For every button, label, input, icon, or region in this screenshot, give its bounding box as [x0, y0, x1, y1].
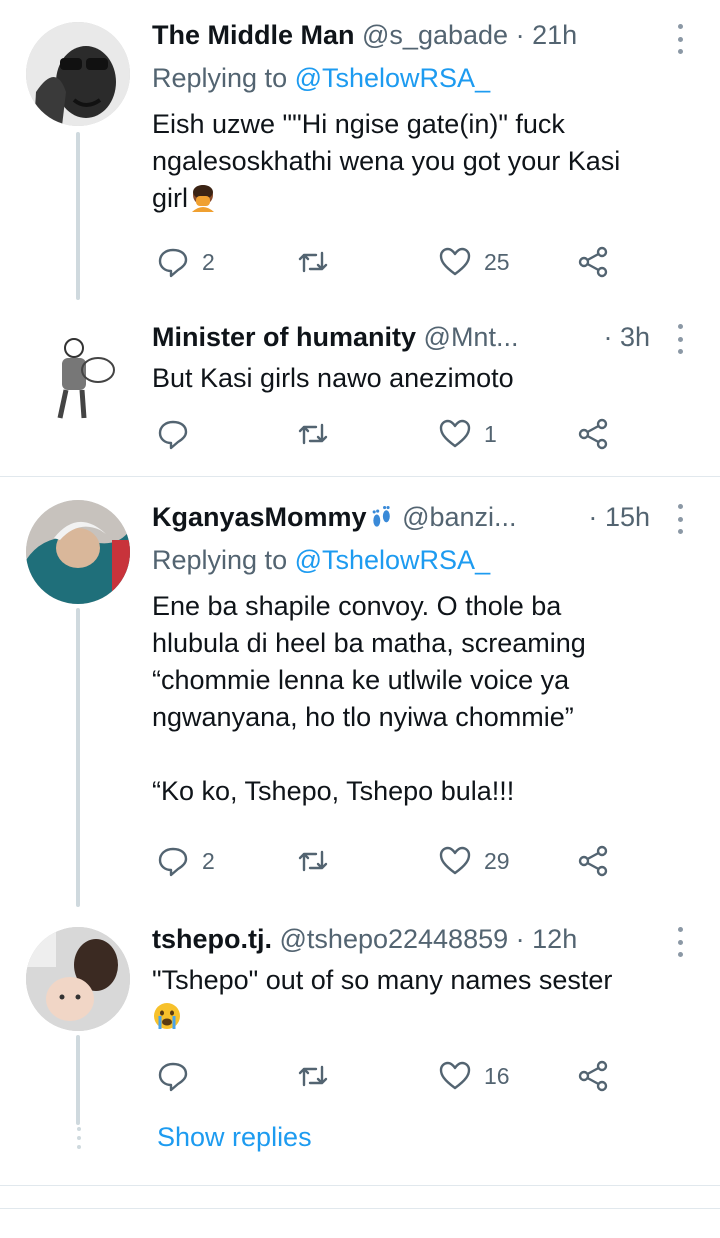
tweet-actions: 16: [152, 1056, 632, 1096]
avatar[interactable]: [26, 22, 130, 126]
timestamp[interactable]: 21h: [532, 20, 577, 50]
handle[interactable]: @tshepo22448859: [280, 924, 509, 954]
replying-to-label: Replying to: [152, 63, 295, 93]
thread-continuation-dots: [76, 1127, 82, 1149]
tweet-actions: 1: [152, 414, 632, 454]
share-icon: [578, 246, 608, 278]
crying-face-emoji: [154, 1003, 180, 1029]
retweet-button[interactable]: [296, 841, 330, 881]
tweet-text: Eish uzwe ""Hi ngise gate(in)" fuck ngal…: [152, 106, 672, 217]
replying-to: Replying to @TshelowRSA_: [152, 543, 490, 577]
reply-icon: [158, 847, 188, 877]
tweet-4[interactable]: tshepo.tj. @tshepo22448859 · 12h "Tshepo…: [0, 907, 720, 1125]
separator-dot: ·: [515, 20, 525, 50]
more-options-icon[interactable]: [675, 24, 685, 54]
share-button[interactable]: [576, 841, 610, 881]
retweet-icon: [298, 251, 328, 273]
divider: [0, 1208, 720, 1209]
reply-count: 2: [202, 248, 215, 275]
retweet-button[interactable]: [296, 1056, 330, 1096]
share-button[interactable]: [576, 1056, 610, 1096]
handle[interactable]: @banzi...: [402, 502, 516, 532]
more-options-icon[interactable]: [675, 927, 685, 957]
tweet-text: But Kasi girls nawo anezimoto: [152, 363, 514, 393]
more-options-icon[interactable]: [675, 324, 685, 354]
replying-to-label: Replying to: [152, 545, 295, 575]
retweet-button[interactable]: [296, 414, 330, 454]
like-count: 16: [484, 1062, 510, 1089]
footprints-emoji: [372, 506, 390, 527]
more-options-icon[interactable]: [675, 504, 685, 534]
retweet-icon: [298, 850, 328, 872]
tweet-actions: 2 29: [152, 841, 632, 881]
retweet-icon: [298, 423, 328, 445]
reply-count: 2: [202, 847, 215, 874]
like-count: 1: [484, 420, 497, 447]
retweet-icon: [298, 1065, 328, 1087]
tweet-3[interactable]: KganyasMommy @banzi... · 15h Replying to…: [0, 477, 720, 907]
tweet-1[interactable]: The Middle Man @s_gabade · 21h Replying …: [0, 0, 720, 300]
tweet-text-body: "Tshepo" out of so many names sester: [152, 965, 613, 995]
tweet-header: The Middle Man @s_gabade · 21h: [152, 18, 577, 52]
show-replies-link[interactable]: Show replies: [157, 1122, 312, 1153]
heart-icon: [439, 419, 471, 448]
tweet-text: "Tshepo" out of so many names sester: [152, 962, 672, 1036]
reply-icon: [158, 248, 188, 278]
mention-link[interactable]: @TshelowRSA_: [295, 545, 491, 575]
tweet-header: Minister of humanity @Mnt... · 3h: [152, 320, 650, 354]
reply-icon: [158, 420, 188, 450]
heart-icon: [439, 1061, 471, 1090]
timestamp[interactable]: 15h: [605, 502, 650, 532]
timestamp[interactable]: 3h: [620, 322, 650, 352]
display-name[interactable]: KganyasMommy: [152, 502, 367, 532]
share-icon: [578, 418, 608, 450]
avatar[interactable]: [26, 500, 130, 604]
like-count: 25: [484, 248, 510, 275]
tweet-actions: 2 25: [152, 242, 632, 282]
separator-dot: ·: [515, 924, 525, 954]
face-palm-emoji: [192, 185, 215, 212]
separator-dot: ·: [603, 322, 613, 352]
share-icon: [578, 845, 608, 877]
mention-link[interactable]: @TshelowRSA_: [295, 63, 491, 93]
reply-button[interactable]: 2: [156, 841, 215, 881]
share-icon: [578, 1060, 608, 1092]
reply-button[interactable]: 2: [156, 242, 215, 282]
like-button[interactable]: 29: [438, 841, 510, 881]
handle[interactable]: @Mnt...: [424, 322, 519, 352]
tweet-header: KganyasMommy @banzi... · 15h: [152, 500, 650, 534]
tweet-2[interactable]: Minister of humanity @Mnt... · 3h But Ka…: [0, 300, 720, 476]
divider: [0, 1185, 720, 1186]
retweet-button[interactable]: [296, 242, 330, 282]
like-button[interactable]: 16: [438, 1056, 510, 1096]
reply-icon: [158, 1062, 188, 1092]
tweet-text-body: Eish uzwe ""Hi ngise gate(in)" fuck ngal…: [152, 109, 621, 213]
display-name[interactable]: Minister of humanity: [152, 322, 416, 352]
heart-icon: [439, 846, 471, 875]
like-button[interactable]: 25: [438, 242, 510, 282]
separator-dot: ·: [588, 502, 598, 532]
tweet-text: Ene ba shapile convoy. O thole ba hlubul…: [152, 591, 586, 806]
like-button[interactable]: 1: [438, 414, 497, 454]
display-name[interactable]: tshepo.tj.: [152, 924, 272, 954]
timestamp[interactable]: 12h: [532, 924, 577, 954]
display-name[interactable]: The Middle Man: [152, 20, 355, 50]
heart-icon: [439, 247, 471, 276]
replying-to: Replying to @TshelowRSA_: [152, 61, 490, 95]
handle[interactable]: @s_gabade: [362, 20, 508, 50]
avatar[interactable]: [26, 927, 130, 1031]
tweet-header: tshepo.tj. @tshepo22448859 · 12h: [152, 922, 577, 956]
share-button[interactable]: [576, 242, 610, 282]
avatar[interactable]: [26, 320, 130, 424]
reply-button[interactable]: [156, 414, 190, 454]
like-count: 29: [484, 847, 510, 874]
reply-button[interactable]: [156, 1056, 190, 1096]
share-button[interactable]: [576, 414, 610, 454]
